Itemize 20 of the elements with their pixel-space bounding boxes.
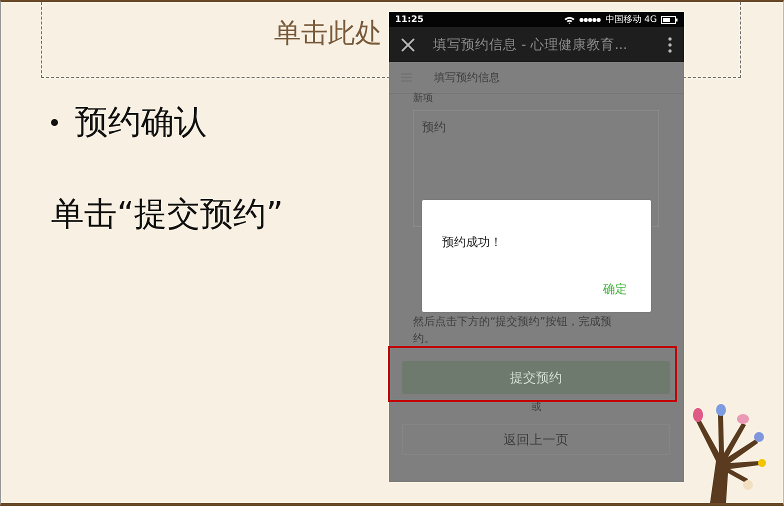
- note-text: 然后点击下方的“提交预约”按钮，完成预: [413, 314, 612, 330]
- more-icon: [668, 36, 672, 52]
- note-text: 约。: [413, 331, 436, 347]
- title-text: 单击此处: [274, 18, 382, 49]
- app-title: 填写预约信息 - 心理健康教育...: [433, 36, 628, 54]
- close-icon: [401, 38, 415, 52]
- carrier-text: 中国移动 4G: [605, 14, 657, 26]
- back-button[interactable]: 返回上一页: [402, 424, 670, 455]
- signal-icon: [579, 16, 602, 22]
- bullet-text: 预约确认: [75, 100, 207, 142]
- wifi-icon: [564, 16, 576, 24]
- bullet-dot: [51, 118, 58, 126]
- submit-button[interactable]: 提交预约: [402, 361, 670, 394]
- separator-text: 或: [530, 401, 542, 415]
- confirm-button[interactable]: 确定: [599, 281, 631, 298]
- battery-icon: [661, 16, 678, 24]
- body-text: 单击“提交预约”: [51, 193, 284, 235]
- field-label: 新项: [412, 94, 434, 106]
- status-time: 11:25: [395, 14, 424, 24]
- dialog-message: 预约成功！: [442, 234, 503, 251]
